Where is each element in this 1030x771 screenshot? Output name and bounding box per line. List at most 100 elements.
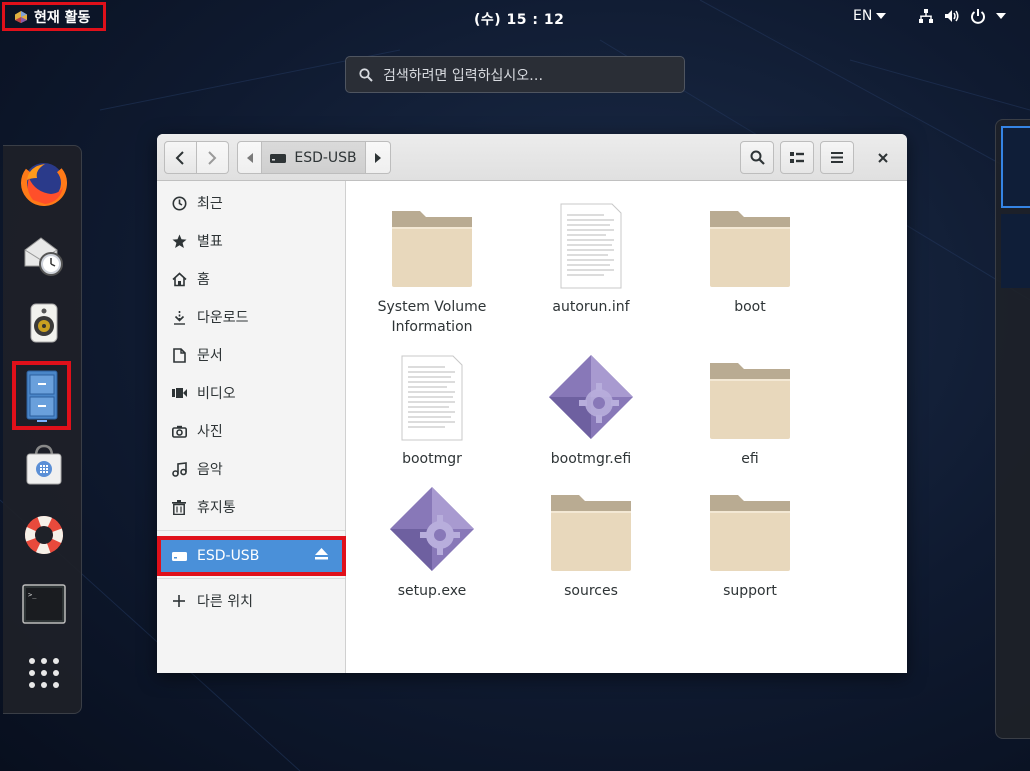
sidebar-item-label: 최근: [197, 196, 223, 212]
file-item[interactable]: boot: [685, 193, 815, 317]
sidebar-item-trash[interactable]: 휴지통: [157, 489, 345, 525]
file-name: efi: [741, 451, 759, 467]
plus-icon: [173, 595, 185, 607]
close-icon: [878, 153, 888, 163]
firefox-launcher[interactable]: [17, 156, 71, 210]
path-bar: ESD-USB: [237, 141, 391, 174]
back-button[interactable]: [164, 141, 197, 174]
file-item[interactable]: sources: [526, 477, 656, 601]
sidebar-item-label: 다운로드: [197, 310, 249, 326]
camera-icon: [171, 425, 187, 438]
search-box[interactable]: 검색하려면 입력하십시오…: [345, 56, 685, 93]
text-file-icon: [560, 203, 622, 289]
sidebar-item-recent[interactable]: 최근: [157, 185, 345, 221]
network-icon: [919, 9, 933, 23]
trash-icon: [172, 499, 186, 515]
file-name: System Volume Information: [377, 299, 487, 335]
files-window: ESD-USB 최근 별표 홈 다운로드 문서 비디오 사진 음악 휴지통 ES…: [157, 134, 907, 673]
eject-icon: [315, 548, 328, 560]
svg-text:>_: >_: [28, 591, 37, 599]
sidebar-item-label: ESD-USB: [197, 548, 260, 564]
file-grid: System Volume Information autorun.inf bo…: [346, 181, 907, 673]
file-item[interactable]: setup.exe: [367, 477, 497, 601]
workspace-thumbnail-1[interactable]: [1001, 126, 1030, 208]
file-item[interactable]: bootmgr.efi: [526, 345, 656, 469]
sidebar-item-starred[interactable]: 별표: [157, 223, 345, 259]
activities-button[interactable]: 현재 활동: [2, 2, 106, 31]
view-toggle-button[interactable]: [780, 141, 814, 174]
sidebar-item-label: 홈: [197, 272, 210, 288]
folder-icon: [710, 211, 790, 287]
header-bar: ESD-USB: [157, 134, 907, 181]
search-button[interactable]: [740, 141, 774, 174]
list-view-icon: [790, 151, 804, 163]
sidebar-item-music[interactable]: 음악: [157, 451, 345, 487]
file-item[interactable]: efi: [685, 345, 815, 469]
sidebar-item-label: 비디오: [197, 386, 236, 402]
download-icon: [173, 310, 185, 325]
home-icon: [171, 271, 187, 286]
sidebar-item-other-locations[interactable]: 다른 위치: [157, 583, 345, 619]
chevron-down-icon: [876, 13, 887, 19]
menu-button[interactable]: [820, 141, 854, 174]
path-segment-current[interactable]: ESD-USB: [262, 141, 366, 174]
sidebar-separator: [157, 578, 345, 579]
file-cabinet-icon: [26, 370, 57, 422]
sidebar-item-downloads[interactable]: 다운로드: [157, 299, 345, 335]
sidebar-item-documents[interactable]: 문서: [157, 337, 345, 373]
file-item[interactable]: System Volume Information: [367, 193, 497, 337]
power-icon: [971, 9, 985, 24]
software-launcher[interactable]: [17, 438, 71, 492]
sidebar-item-esd-usb[interactable]: ESD-USB: [161, 540, 342, 572]
path-scroll-right-button[interactable]: [366, 141, 391, 174]
drive-icon: [171, 551, 187, 561]
show-apps-button[interactable]: [17, 646, 71, 700]
folder-icon: [551, 495, 631, 571]
hamburger-menu-icon: [831, 152, 843, 163]
music-icon: [171, 461, 187, 477]
workspace-switcher: [995, 119, 1030, 739]
sidebar-item-pictures[interactable]: 사진: [157, 413, 345, 449]
rhythmbox-launcher[interactable]: [17, 296, 71, 350]
terminal-launcher[interactable]: >_: [17, 577, 71, 631]
sidebar-item-videos[interactable]: 비디오: [157, 375, 345, 411]
workspace-thumbnail-2[interactable]: [1001, 214, 1030, 288]
shopping-bag-icon: [26, 444, 62, 485]
dash: >_: [3, 145, 82, 714]
clock[interactable]: (수) 15 : 12: [474, 9, 564, 29]
terminal-icon: >_: [22, 584, 66, 624]
help-launcher[interactable]: [17, 508, 71, 562]
file-name: sources: [564, 583, 618, 599]
sidebar-separator: [157, 530, 345, 531]
system-tray[interactable]: [918, 8, 1006, 24]
folder-icon: [710, 363, 790, 439]
file-name: bootmgr: [402, 451, 462, 467]
speaker-icon: [30, 303, 58, 343]
file-item[interactable]: bootmgr: [367, 345, 497, 469]
folder-icon: [392, 211, 472, 287]
volume-icon: [945, 10, 959, 22]
highlight-box: ESD-USB: [157, 536, 346, 576]
path-label: ESD-USB: [294, 149, 357, 166]
file-name: boot: [734, 299, 766, 315]
search-placeholder: 검색하려면 입력하십시오…: [383, 67, 544, 84]
chevron-right-icon: [208, 150, 217, 165]
file-item[interactable]: support: [685, 477, 815, 601]
files-launcher[interactable]: [12, 361, 71, 430]
eject-button[interactable]: [315, 548, 328, 564]
path-scroll-left-button[interactable]: [237, 141, 262, 174]
clock-icon: [172, 196, 186, 210]
mail-launcher[interactable]: [17, 228, 71, 282]
sidebar-item-home[interactable]: 홈: [157, 261, 345, 297]
places-sidebar: 최근 별표 홈 다운로드 문서 비디오 사진 음악 휴지통 ESD-USB 다른…: [157, 181, 346, 673]
drive-icon: [270, 153, 287, 163]
search-icon: [359, 67, 373, 82]
close-button[interactable]: [871, 147, 895, 169]
sidebar-item-label: 휴지통: [197, 500, 236, 516]
language-selector[interactable]: EN: [853, 8, 887, 24]
chevron-down-icon: [996, 13, 1006, 19]
sidebar-item-label: 별표: [197, 234, 223, 250]
forward-button[interactable]: [196, 141, 229, 174]
mail-clock-icon: [24, 237, 63, 276]
file-item[interactable]: autorun.inf: [526, 193, 656, 317]
